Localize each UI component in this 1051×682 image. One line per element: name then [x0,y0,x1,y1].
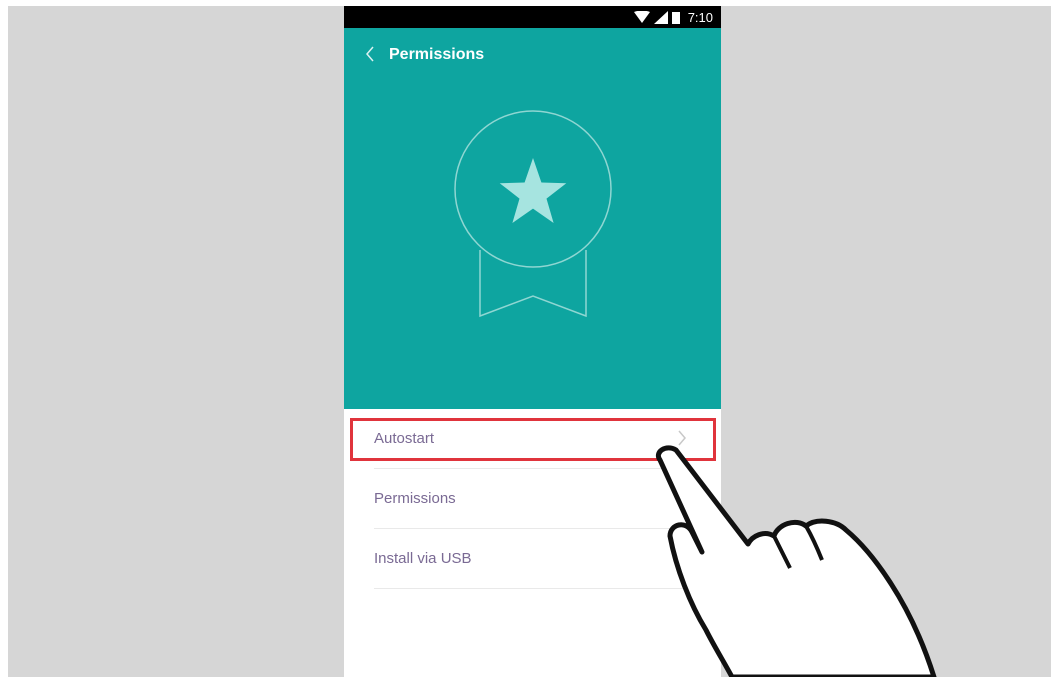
chevron-right-icon [675,429,689,447]
list-item-autostart[interactable]: Autostart [374,409,691,469]
chevron-left-icon [365,46,375,67]
status-time: 7:10 [687,9,713,25]
cell-signal-icon [653,10,668,24]
award-badge-star-icon [448,110,618,320]
list-item-install-via-usb[interactable]: Install via USB [374,529,691,589]
list-item-permissions[interactable]: Permissions [374,469,691,529]
list-item-label: Install via USB [374,550,472,567]
status-bar: 7:10 [344,6,721,28]
screenshot-canvas: 7:10 Permissions Autostart Permissions I… [0,0,1051,680]
back-button[interactable] [358,42,382,70]
battery-icon [671,11,680,24]
status-icons: 7:10 [633,6,713,28]
list-item-label: Autostart [374,430,435,447]
header: Permissions [344,28,721,409]
wifi-icon [633,10,650,24]
phone-screen: 7:10 Permissions Autostart Permissions I… [344,6,721,677]
chevron-right-icon [675,489,689,507]
page-title: Permissions [389,46,485,63]
list-item-label: Permissions [374,490,456,507]
chevron-right-icon [675,549,689,567]
